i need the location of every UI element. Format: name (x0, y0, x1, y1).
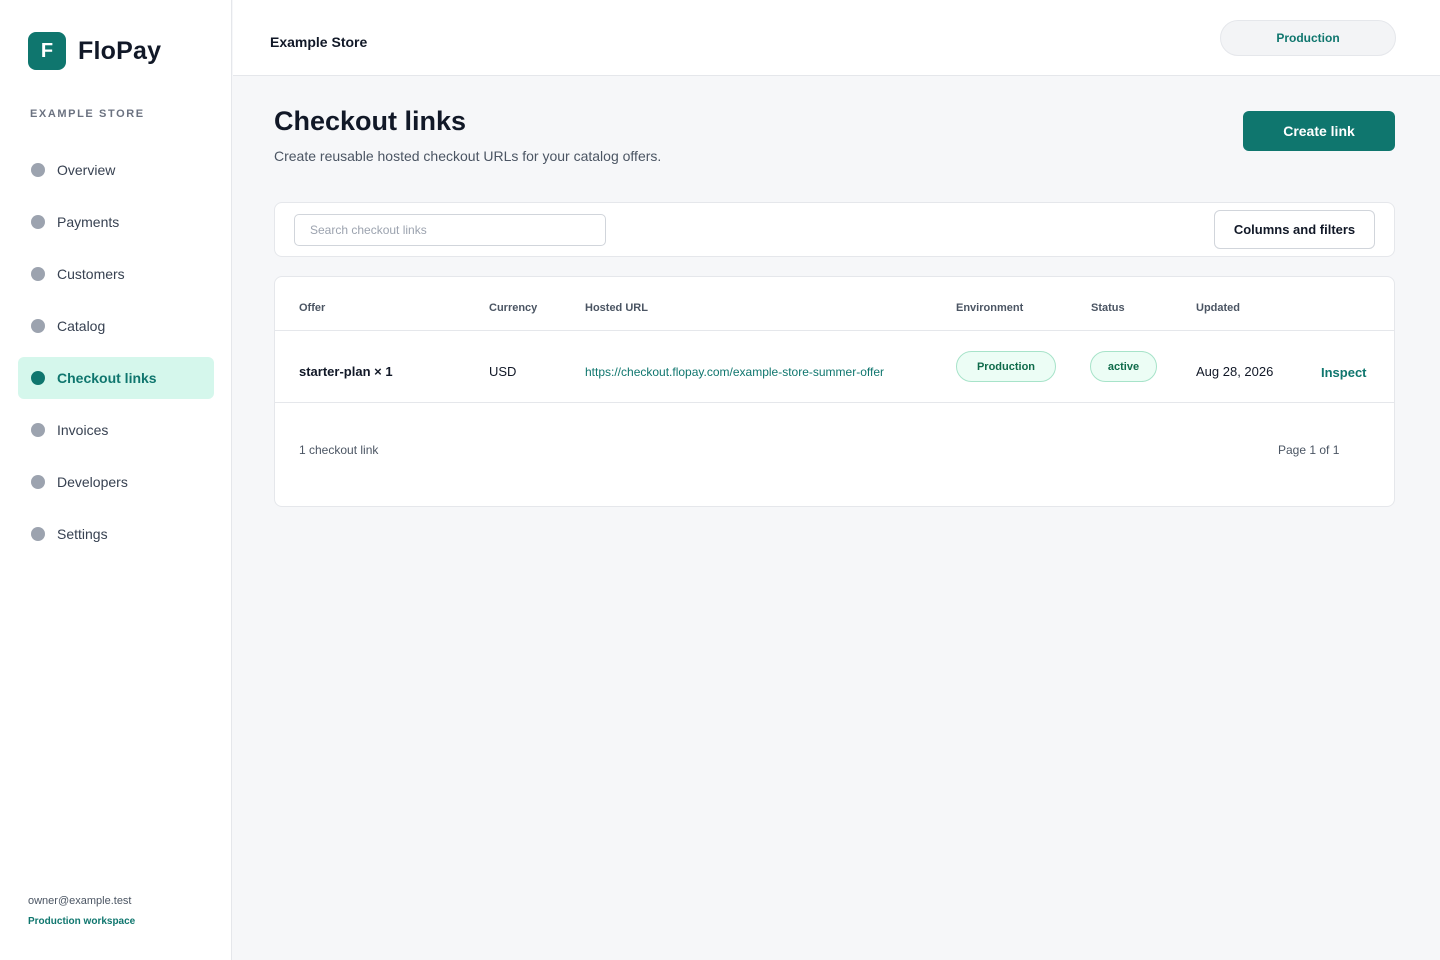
circle-icon (31, 163, 45, 177)
cell-currency: USD (489, 364, 517, 379)
sidebar-item-label: Checkout links (57, 370, 157, 386)
sidebar-item-customers[interactable]: Customers (18, 253, 214, 295)
sidebar-item-developers[interactable]: Developers (18, 461, 214, 503)
circle-icon (31, 423, 45, 437)
workspace-name: Production workspace (28, 916, 136, 927)
environment-badge: Production (956, 351, 1056, 382)
inspect-link[interactable]: Inspect (1321, 365, 1367, 380)
sidebar-item-catalog[interactable]: Catalog (18, 305, 214, 347)
sidebar-item-label: Settings (57, 526, 108, 542)
pagination-label: Page 1 of 1 (1278, 443, 1340, 457)
brand[interactable]: F FloPay (28, 32, 161, 70)
sidebar-item-settings[interactable]: Settings (18, 513, 214, 555)
column-header-hosted-url[interactable]: Hosted URL (585, 302, 648, 314)
sidebar-item-label: Payments (57, 214, 120, 230)
column-header-updated[interactable]: Updated (1196, 302, 1240, 314)
owner-email: owner@example.test (28, 895, 132, 907)
cell-updated: Aug 28, 2026 (1196, 364, 1274, 379)
sidebar-item-label: Catalog (57, 318, 106, 334)
circle-icon (31, 267, 45, 281)
sidebar-nav: Overview Payments Customers Catalog Chec… (18, 149, 214, 565)
sidebar-item-invoices[interactable]: Invoices (18, 409, 214, 451)
checkout-links-table: Offer Currency Hosted URL Environment St… (274, 276, 1395, 507)
status-badge: active (1090, 351, 1157, 382)
table-count: 1 checkout link (299, 443, 379, 457)
cell-offer: starter-plan × 1 (299, 364, 393, 379)
table-row-divider (275, 402, 1394, 403)
create-link-button[interactable]: Create link (1243, 111, 1395, 151)
columns-and-filters-button[interactable]: Columns and filters (1214, 210, 1375, 249)
brand-name: FloPay (78, 36, 162, 65)
store-title: Example Store (270, 34, 368, 50)
sidebar-footer: owner@example.test Production workspace (28, 895, 135, 927)
page-subtitle: Create reusable hosted checkout URLs for… (274, 148, 662, 164)
sidebar-item-label: Developers (57, 474, 128, 490)
column-header-environment[interactable]: Environment (956, 302, 1023, 314)
brand-logo-icon: F (28, 32, 66, 70)
page-title: Checkout links (274, 106, 467, 136)
sidebar-item-overview[interactable]: Overview (18, 149, 214, 191)
circle-icon (31, 527, 45, 541)
sidebar: F FloPay EXAMPLE STORE Overview Payments… (0, 0, 232, 960)
column-header-status[interactable]: Status (1091, 302, 1125, 314)
circle-icon (31, 371, 45, 385)
workspace-label: EXAMPLE STORE (30, 108, 145, 120)
column-header-currency[interactable]: Currency (489, 302, 537, 314)
table-toolbar: Columns and filters (274, 202, 1395, 257)
topbar: Example Store Production (233, 0, 1440, 76)
environment-switcher[interactable]: Production (1220, 20, 1396, 56)
circle-icon (31, 319, 45, 333)
table-header-divider (275, 330, 1394, 331)
hosted-url-link[interactable]: https://checkout.flopay.com/example-stor… (585, 365, 884, 379)
circle-icon (31, 475, 45, 489)
column-header-offer[interactable]: Offer (299, 302, 325, 314)
sidebar-item-label: Overview (57, 162, 116, 178)
sidebar-item-payments[interactable]: Payments (18, 201, 214, 243)
sidebar-item-label: Invoices (57, 422, 109, 438)
sidebar-item-checkout-links[interactable]: Checkout links (18, 357, 214, 399)
circle-icon (31, 215, 45, 229)
sidebar-item-label: Customers (57, 266, 125, 282)
search-input[interactable] (294, 214, 606, 246)
